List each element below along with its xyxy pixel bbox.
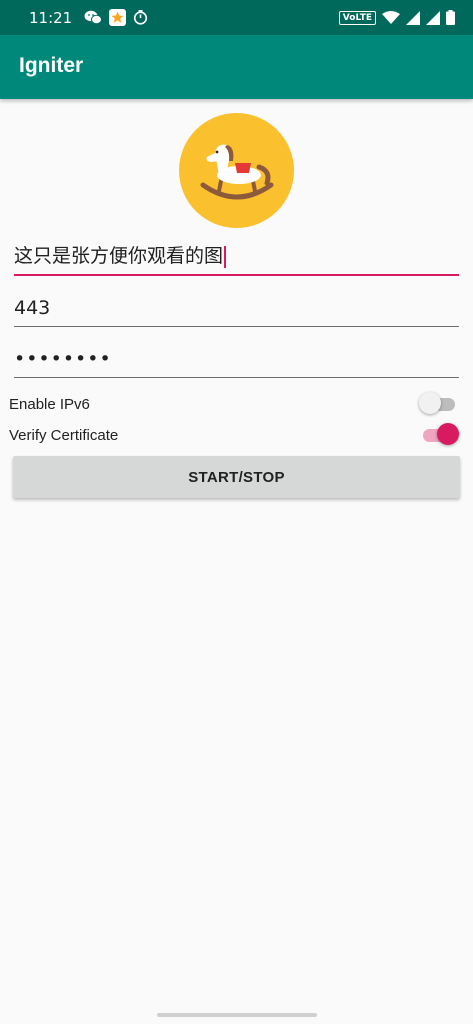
ipv6-label: Enable IPv6 — [9, 395, 90, 413]
wechat-icon — [84, 10, 103, 25]
status-time: 11:21 — [29, 8, 73, 27]
server-address-field[interactable]: 这只是张方便你观看的图 — [14, 240, 459, 276]
password-underline — [14, 377, 459, 378]
port-value: 443 — [14, 297, 51, 319]
ipv6-switch-thumb — [419, 392, 441, 414]
verify-certificate-toggle-row: Verify Certificate — [9, 420, 459, 450]
gesture-nav-handle[interactable] — [157, 1013, 317, 1017]
app-bar: Igniter — [0, 35, 473, 99]
wifi-icon — [382, 10, 400, 24]
rocking-horse-icon — [200, 144, 273, 199]
start-stop-button[interactable]: START/STOP — [13, 456, 460, 498]
volte-badge: VoLTE — [338, 10, 376, 25]
text-cursor — [224, 245, 227, 268]
app-title: Igniter — [19, 54, 84, 77]
status-bar: 11:21 VoLTE — [0, 0, 473, 35]
verify-certificate-label: Verify Certificate — [9, 426, 119, 444]
ipv6-toggle-row: Enable IPv6 — [9, 389, 459, 419]
ipv6-switch[interactable] — [419, 392, 459, 416]
verify-certificate-switch[interactable] — [419, 423, 459, 447]
battery-icon — [446, 10, 455, 25]
password-value: •••••••• — [14, 348, 112, 370]
verify-certificate-switch-thumb — [437, 423, 459, 445]
app-logo — [179, 113, 294, 228]
port-underline — [14, 326, 459, 327]
notification-icons — [84, 9, 148, 26]
password-field[interactable]: •••••••• — [14, 342, 459, 378]
signal-icon — [406, 10, 420, 25]
system-icons: VoLTE — [338, 0, 455, 35]
star-app-icon — [109, 9, 127, 26]
signal-icon — [426, 10, 440, 25]
server-address-value: 这只是张方便你观看的图 — [14, 241, 227, 268]
port-field[interactable]: 443 — [14, 291, 459, 327]
server-address-underline — [14, 274, 459, 276]
timer-icon — [134, 10, 148, 25]
